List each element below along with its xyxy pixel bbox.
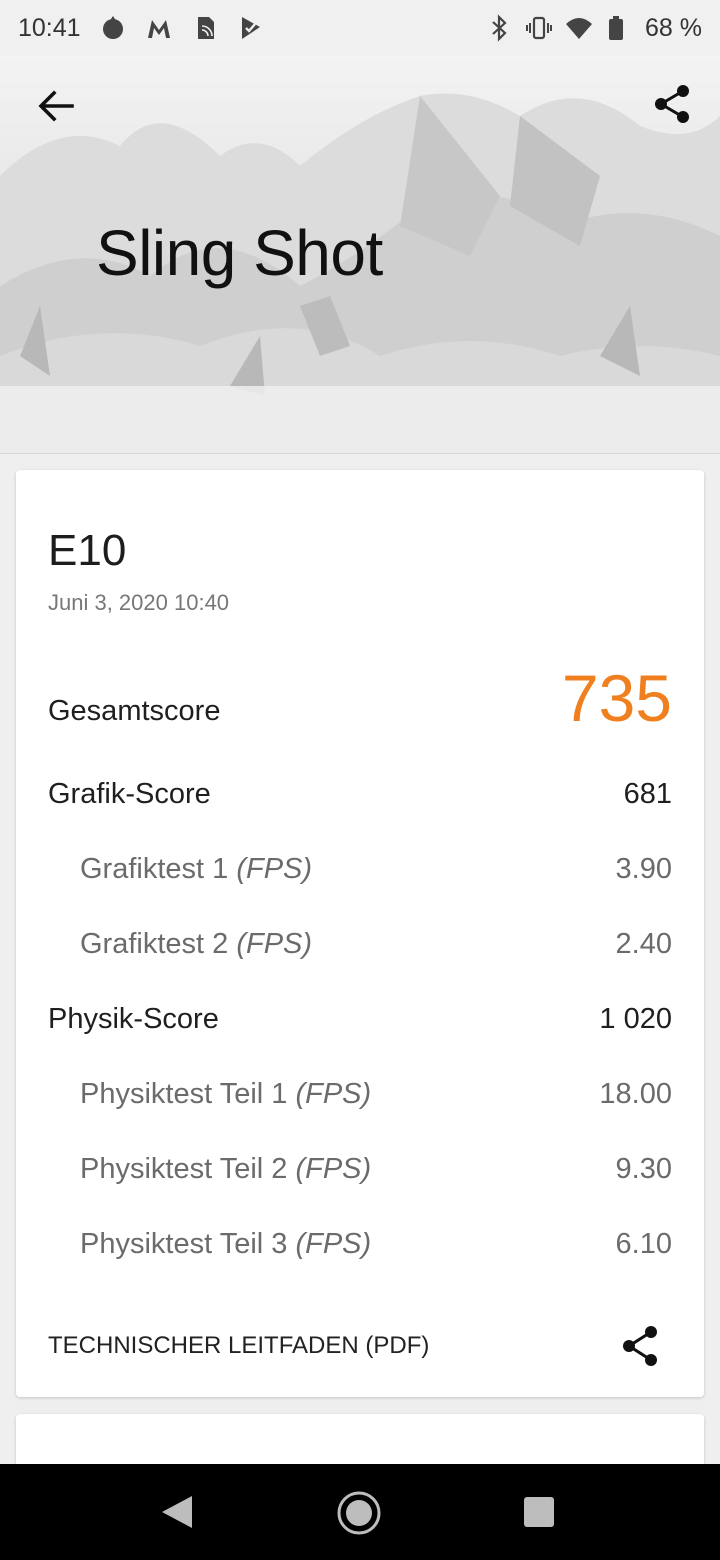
score-row: Grafik-Score 681 — [48, 769, 672, 819]
header-banner: Sling Shot — [0, 56, 720, 454]
result-date: Juni 3, 2020 10:40 — [48, 590, 230, 615]
score-value: 2.40 — [615, 927, 672, 960]
score-row: Physik-Score 1 020 — [48, 994, 672, 1044]
battery-icon — [609, 16, 624, 40]
sim-card-icon — [197, 17, 214, 39]
score-label: Physiktest Teil 1 (FPS) — [80, 1077, 372, 1110]
page-title: Sling Shot — [96, 217, 383, 289]
score-label: Physik-Score — [48, 1002, 219, 1035]
screen: 10:41 68 % Sling Shot E10 Juni 3, 2020 1… — [0, 0, 720, 1560]
score-value: 681 — [623, 777, 672, 810]
wifi-icon — [566, 18, 593, 39]
technical-guide-link[interactable]: TECHNISCHER LEITFADEN (PDF) — [48, 1332, 429, 1360]
nav-home-icon[interactable] — [336, 1490, 382, 1536]
score-value: 9.30 — [615, 1152, 672, 1185]
total-score-value: 735 — [561, 661, 672, 735]
back-arrow-icon[interactable] — [34, 84, 78, 128]
status-bar: 10:41 68 % — [0, 0, 720, 56]
app-notification-icon — [102, 16, 123, 39]
score-value: 3.90 — [615, 852, 672, 885]
vibrate-icon — [526, 16, 553, 40]
total-score-label: Gesamtscore — [48, 694, 221, 727]
device-name: E10 — [48, 526, 127, 575]
score-value: 1 020 — [599, 1002, 672, 1035]
score-label: Physiktest Teil 3 (FPS) — [80, 1227, 372, 1260]
score-label: Grafik-Score — [48, 777, 211, 810]
play-check-icon — [241, 17, 260, 39]
nav-back-icon[interactable] — [160, 1494, 194, 1530]
share-icon[interactable] — [650, 82, 694, 126]
score-row: Physiktest Teil 3 (FPS) 6.10 — [48, 1219, 672, 1269]
score-row: Physiktest Teil 2 (FPS) 9.30 — [48, 1144, 672, 1194]
battery-percent: 68 % — [645, 13, 702, 42]
m-notification-icon — [147, 20, 170, 38]
score-value: 18.00 — [599, 1077, 672, 1110]
status-time: 10:41 — [18, 13, 81, 42]
score-label: Physiktest Teil 2 (FPS) — [80, 1152, 372, 1185]
result-card: E10 Juni 3, 2020 10:40 Gesamtscore 735 G… — [16, 470, 704, 1397]
share-result-icon[interactable] — [616, 1322, 664, 1370]
score-label: Grafiktest 1 (FPS) — [80, 852, 313, 885]
bluetooth-icon — [492, 14, 507, 42]
score-row: Physiktest Teil 1 (FPS) 18.00 — [48, 1069, 672, 1119]
score-row: Grafiktest 2 (FPS) 2.40 — [48, 919, 672, 969]
score-value: 6.10 — [615, 1227, 672, 1260]
score-row: Grafiktest 1 (FPS) 3.90 — [48, 844, 672, 894]
navigation-bar — [0, 1464, 720, 1560]
score-label: Grafiktest 2 (FPS) — [80, 927, 313, 960]
nav-recents-icon[interactable] — [524, 1497, 554, 1527]
